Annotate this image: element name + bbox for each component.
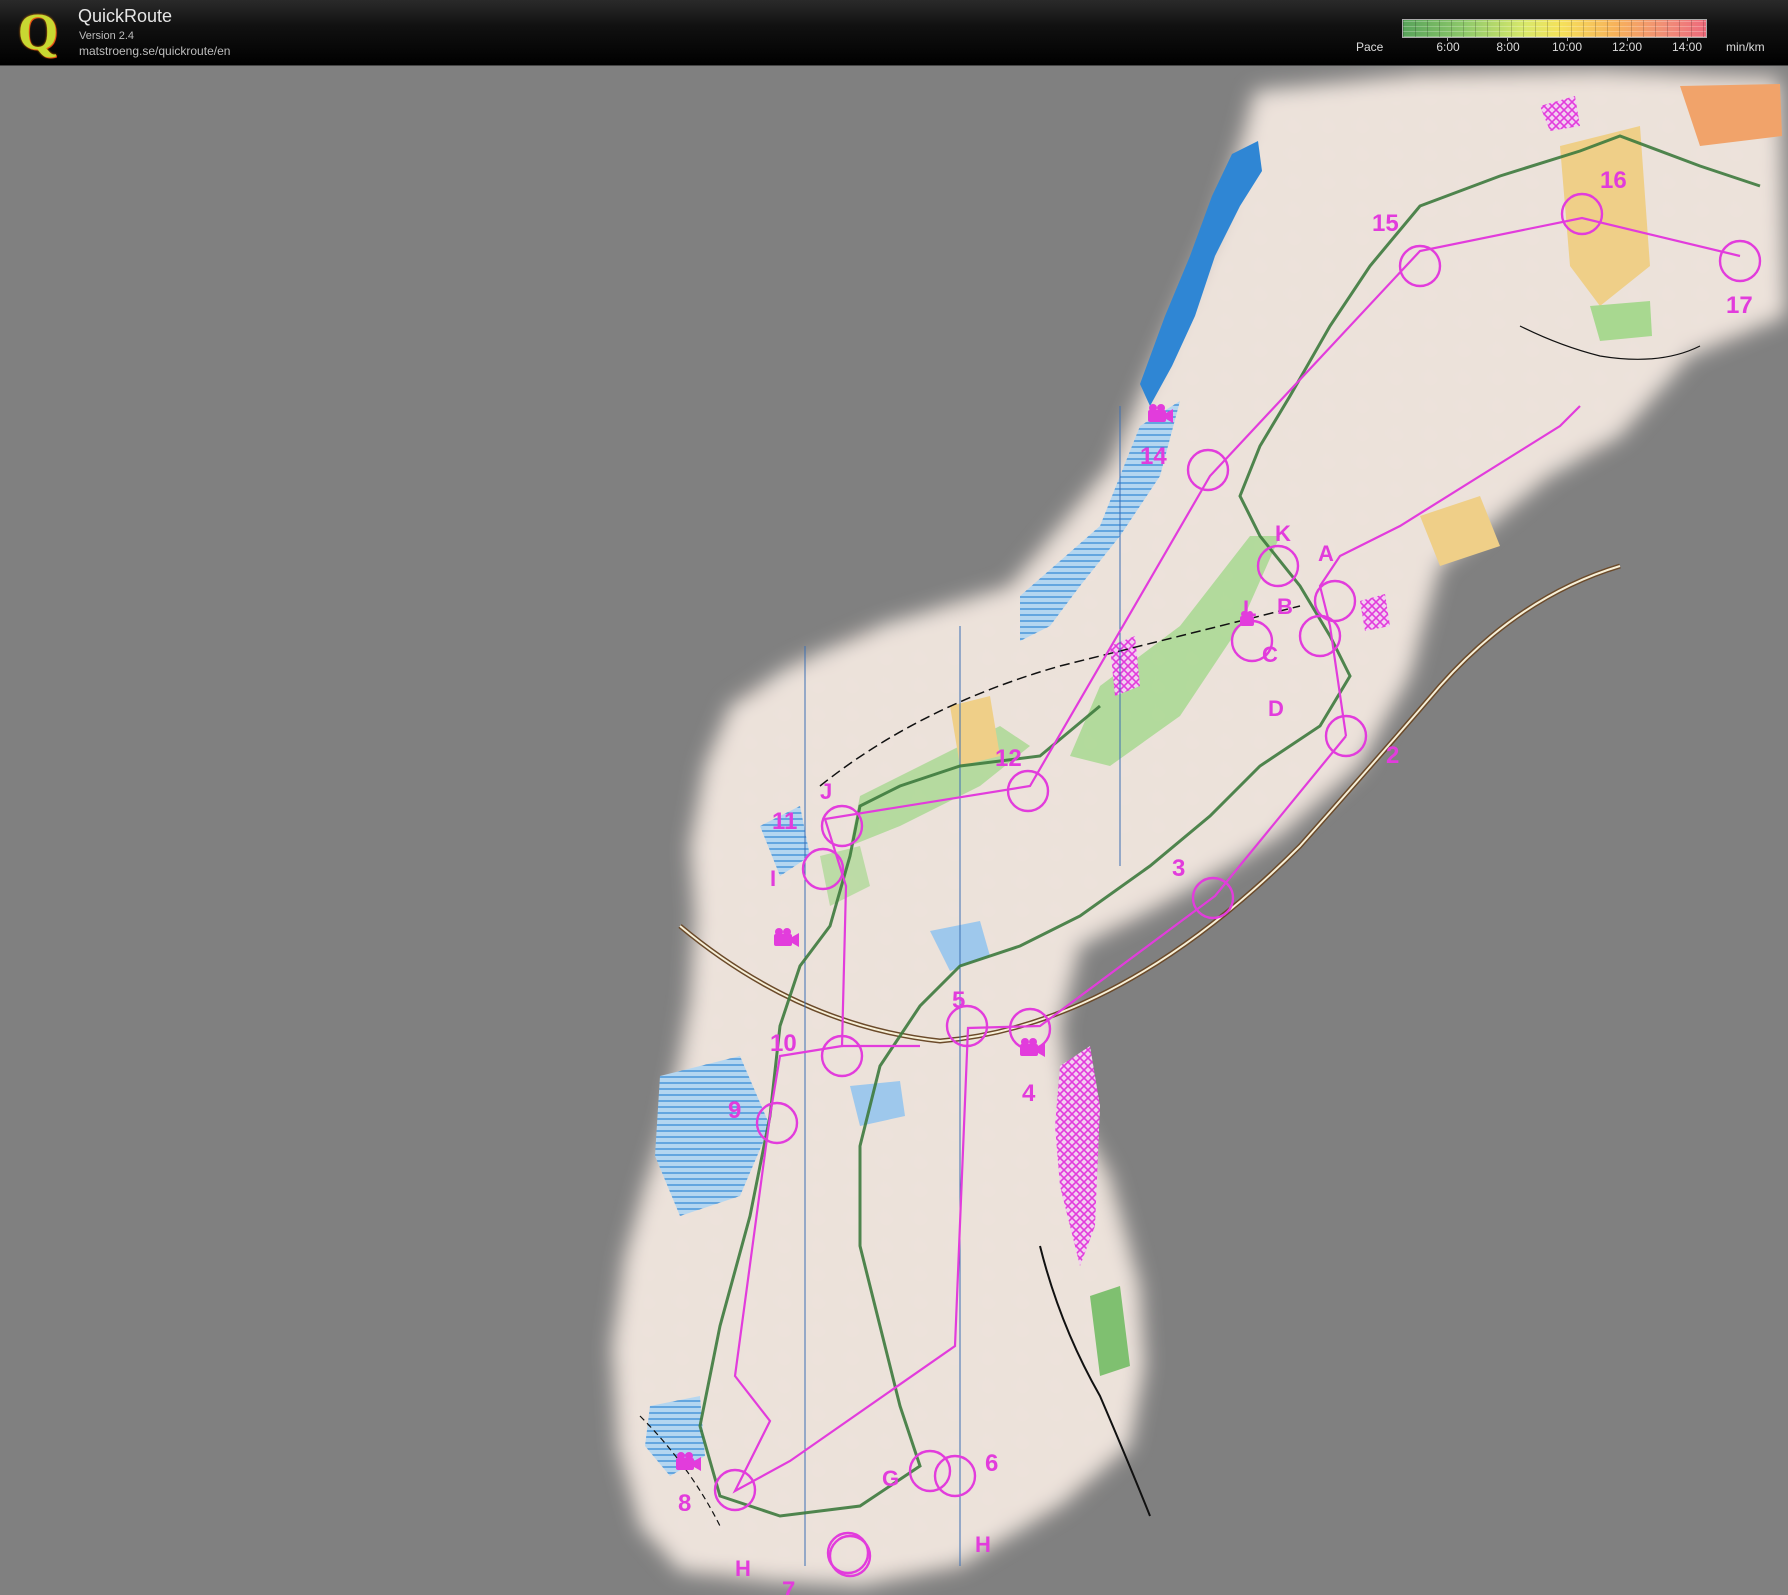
control-number: 14 (1140, 443, 1167, 470)
pace-tick-label: 10:00 (1551, 40, 1583, 54)
control-number: 10 (770, 1030, 797, 1057)
control-letter: B (1277, 594, 1293, 619)
pace-unit-label: min/km (1726, 40, 1765, 54)
pace-tick-label: 14:00 (1671, 40, 1703, 54)
pace-tick-label: 8:00 (1496, 40, 1520, 54)
quickroute-logo-icon: Q (17, 4, 59, 61)
app-version: Version 2.4 (79, 30, 135, 42)
pace-tick-label: 6:00 (1436, 40, 1460, 54)
control-number: 12 (995, 745, 1022, 772)
control-number: 7 (782, 1577, 795, 1595)
control-letter: J (820, 779, 832, 804)
control-number: 9 (728, 1097, 741, 1124)
control-letter: H (975, 1532, 991, 1557)
control-letter: K (1275, 521, 1291, 546)
control-number: 11 (772, 808, 797, 835)
control-letter: C (1262, 642, 1278, 667)
control-number: 5 (952, 987, 965, 1014)
pace-legend-label: Pace (1356, 40, 1384, 54)
pace-tick-label: 12:00 (1611, 40, 1643, 54)
control-number: 3 (1172, 855, 1185, 882)
control-number: 4 (1022, 1080, 1036, 1107)
orienteering-map-view[interactable]: 2 3 4 5 6 7 8 9 10 11 12 14 15 16 17 A B… (0, 66, 1788, 1595)
control-letter: A (1318, 541, 1334, 566)
app-header: Q QuickRoute Version 2.4 matstroeng.se/q… (0, 0, 1788, 66)
control-letter: H (735, 1556, 751, 1581)
control-number: 16 (1600, 167, 1627, 194)
control-number: 6 (985, 1450, 998, 1477)
control-number: 8 (678, 1490, 691, 1517)
control-letter: D (1268, 696, 1284, 721)
control-number: 17 (1726, 292, 1753, 319)
control-number: 15 (1372, 210, 1399, 237)
app-title: QuickRoute (78, 6, 173, 26)
control-letter: I (770, 866, 776, 891)
control-letter: G (882, 1466, 899, 1491)
pace-color-scale (1402, 19, 1707, 38)
app-url[interactable]: matstroeng.se/quickroute/en (79, 44, 230, 58)
control-number: 2 (1386, 742, 1399, 769)
